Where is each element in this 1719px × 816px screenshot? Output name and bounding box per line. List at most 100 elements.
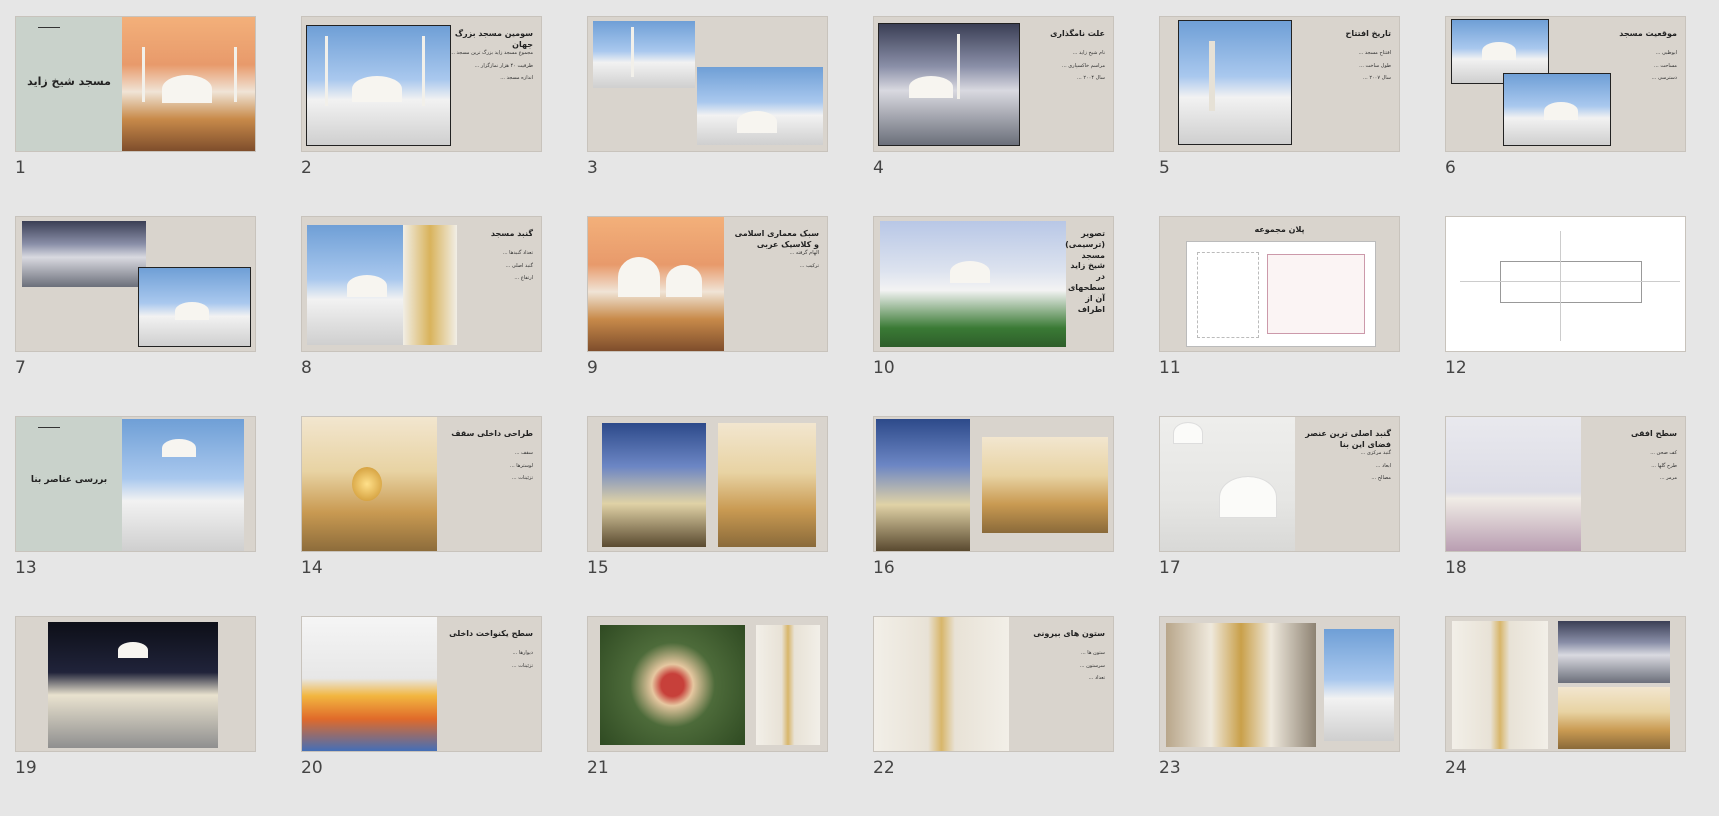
- mosque-photo: [307, 225, 457, 345]
- slide-item[interactable]: سبک معماری اسلامی و کلاسیک عربی الهام گر…: [587, 216, 828, 416]
- slide-thumbnail[interactable]: [587, 616, 828, 752]
- cover-panel: بررسی عناصر بنا: [16, 417, 122, 551]
- colonnade-photo: [1558, 621, 1670, 683]
- slide-item[interactable]: 15: [587, 416, 828, 616]
- slide-bullets: ستون ها ... سرستون ... تعداد ...: [1079, 650, 1105, 681]
- slide-number: 7: [15, 358, 26, 378]
- slide-number: 5: [1159, 158, 1170, 178]
- slide-bullets: کف صحن ... طرح گلها ... مرمر ...: [1650, 450, 1677, 481]
- slide-title: طراحی داخلی سقف: [451, 429, 533, 438]
- slide-item[interactable]: 21: [587, 616, 828, 816]
- slide-thumbnail[interactable]: [587, 416, 828, 552]
- slide-thumbnail[interactable]: [1445, 616, 1686, 752]
- slide-bullets: افتتاح مسجد ... طول ساخت ... سال ۲۰۰۷ ..…: [1358, 50, 1392, 81]
- slide-thumbnail[interactable]: موقعیت مسجد ابوظبی ... مساحت ... دسترسی …: [1445, 16, 1686, 152]
- slide-item[interactable]: گنبد مسجد تعداد گنبدها ... گنبد اصلی ...…: [301, 216, 542, 416]
- slide-title: سبک معماری اسلامی و کلاسیک عربی: [734, 229, 819, 249]
- slide-item[interactable]: سومین مسجد بزرگ جهان مجموع مسجد زاید بزر…: [301, 16, 542, 216]
- interior-photo: [302, 417, 437, 551]
- slide-number: 9: [587, 358, 598, 378]
- slide-thumbnail[interactable]: [1445, 216, 1686, 352]
- slide-thumbnail[interactable]: [587, 16, 828, 152]
- slide-bullets: سقف ... لوسترها ... تزئینات ...: [509, 450, 533, 481]
- slide-item[interactable]: 19: [15, 616, 256, 816]
- slide-thumbnail[interactable]: پلان مجموعه: [1159, 216, 1400, 352]
- mosque-photo: [122, 419, 244, 551]
- slide-item[interactable]: علت نامگذاری نام شیخ زاید ... مراسم خاکس…: [873, 16, 1114, 216]
- slide-item[interactable]: بررسی عناصر بنا 13: [15, 416, 256, 616]
- slide-item[interactable]: ستون های بیرونی ستون ها ... سرستون ... ت…: [873, 616, 1114, 816]
- slide-thumbnail[interactable]: [873, 416, 1114, 552]
- slide-thumbnail[interactable]: تاریخ افتتاح افتتاح مسجد ... طول ساخت ..…: [1159, 16, 1400, 152]
- slide-thumbnail[interactable]: [1159, 616, 1400, 752]
- column-capitals-photo: [1558, 687, 1670, 749]
- slide-item[interactable]: 12: [1445, 216, 1686, 416]
- slide-number: 24: [1445, 758, 1467, 778]
- slide-thumbnail[interactable]: سومین مسجد بزرگ جهان مجموع مسجد زاید بزر…: [301, 16, 542, 152]
- slide-bullets: تعداد گنبدها ... گنبد اصلی ... ارتفاع ..…: [502, 250, 533, 281]
- slide-item[interactable]: سطح یکنواخت داخلی دیوارها ... تزئینات ..…: [301, 616, 542, 816]
- slide-item[interactable]: مسجد شیخ زاید 1: [15, 16, 256, 216]
- slide-number: 17: [1159, 558, 1181, 578]
- slide-thumbnail[interactable]: ستون های بیرونی ستون ها ... سرستون ... ت…: [873, 616, 1114, 752]
- slide-item[interactable]: 3: [587, 16, 828, 216]
- slide-item[interactable]: سطح افقی کف صحن ... طرح گلها ... مرمر ..…: [1445, 416, 1686, 616]
- slide-number: 14: [301, 558, 323, 578]
- slide-item[interactable]: تصویر (ترسیمی) مسجد شیخ زاید در سطحهای آ…: [873, 216, 1114, 416]
- slide-number: 19: [15, 758, 37, 778]
- slide-thumbnail[interactable]: تصویر (ترسیمی) مسجد شیخ زاید در سطحهای آ…: [873, 216, 1114, 352]
- column-photo: [756, 625, 820, 745]
- colonnade-photo: [1324, 629, 1394, 741]
- slide-number: 11: [1159, 358, 1181, 378]
- slide-number: 21: [587, 758, 609, 778]
- slide-number: 16: [873, 558, 895, 578]
- cover-dash: [38, 427, 60, 428]
- slide-thumbnail[interactable]: گنبد اصلی ترین عنصر فضای این بنا گنبد مر…: [1159, 416, 1400, 552]
- mosque-photo: [588, 217, 724, 351]
- slide-thumbnail[interactable]: سبک معماری اسلامی و کلاسیک عربی الهام گر…: [587, 216, 828, 352]
- slide-item[interactable]: پلان مجموعه 11: [1159, 216, 1400, 416]
- slide-number: 22: [873, 758, 895, 778]
- slide-bullets: گنبد مرکزی ... ابعاد ... مصالح ...: [1360, 450, 1391, 481]
- slide-item[interactable]: 24: [1445, 616, 1686, 816]
- slide-thumbnail[interactable]: [15, 216, 256, 352]
- slide-title: گنبد مسجد: [490, 229, 533, 238]
- mosque-photo: [878, 23, 1020, 146]
- slide-thumbnail[interactable]: علت نامگذاری نام شیخ زاید ... مراسم خاکس…: [873, 16, 1114, 152]
- slide-item[interactable]: تاریخ افتتاح افتتاح مسجد ... طول ساخت ..…: [1159, 16, 1400, 216]
- slide-item[interactable]: 23: [1159, 616, 1400, 816]
- slide-title: علت نامگذاری: [1050, 29, 1105, 38]
- slide-number: 23: [1159, 758, 1181, 778]
- slide-bullets: الهام گرفته ... ترکیب ...: [789, 250, 819, 269]
- mosque-photo: [22, 221, 146, 287]
- slide-thumbnail[interactable]: سطح یکنواخت داخلی دیوارها ... تزئینات ..…: [301, 616, 542, 752]
- slide-item[interactable]: طراحی داخلی سقف سقف ... لوسترها ... تزئی…: [301, 416, 542, 616]
- cover-panel: مسجد شیخ زاید: [16, 17, 122, 151]
- slide-bullets: دیوارها ... تزئینات ...: [511, 650, 533, 669]
- slide-thumbnail[interactable]: سطح افقی کف صحن ... طرح گلها ... مرمر ..…: [1445, 416, 1686, 552]
- slide-item[interactable]: 7: [15, 216, 256, 416]
- cover-dash: [38, 27, 60, 28]
- interior-photo: [876, 419, 970, 551]
- slide-title: سومین مسجد بزرگ جهان: [454, 29, 533, 49]
- slide-thumbnail[interactable]: [15, 616, 256, 752]
- slide-thumbnail[interactable]: بررسی عناصر بنا: [15, 416, 256, 552]
- slide-number: 18: [1445, 558, 1467, 578]
- mosque-photo: [593, 21, 695, 88]
- slide-thumbnail[interactable]: گنبد مسجد تعداد گنبدها ... گنبد اصلی ...…: [301, 216, 542, 352]
- slide-title: مسجد شیخ زاید: [27, 75, 111, 88]
- slide-number: 15: [587, 558, 609, 578]
- slide-number: 6: [1445, 158, 1456, 178]
- courtyard-photo: [1446, 417, 1581, 551]
- mosque-photo: [1178, 20, 1292, 145]
- slide-item[interactable]: موقعیت مسجد ابوظبی ... مساحت ... دسترسی …: [1445, 16, 1686, 216]
- slide-thumbnail[interactable]: طراحی داخلی سقف سقف ... لوسترها ... تزئی…: [301, 416, 542, 552]
- slide-thumbnail[interactable]: مسجد شیخ زاید: [15, 16, 256, 152]
- mosque-photo: [138, 267, 251, 347]
- dome-photo: [1160, 417, 1295, 551]
- site-plan-image: [1186, 241, 1376, 347]
- slide-title: تاریخ افتتاح: [1345, 29, 1391, 38]
- slide-item[interactable]: گنبد اصلی ترین عنصر فضای این بنا گنبد مر…: [1159, 416, 1400, 616]
- slide-number: 20: [301, 758, 323, 778]
- slide-item[interactable]: 16: [873, 416, 1114, 616]
